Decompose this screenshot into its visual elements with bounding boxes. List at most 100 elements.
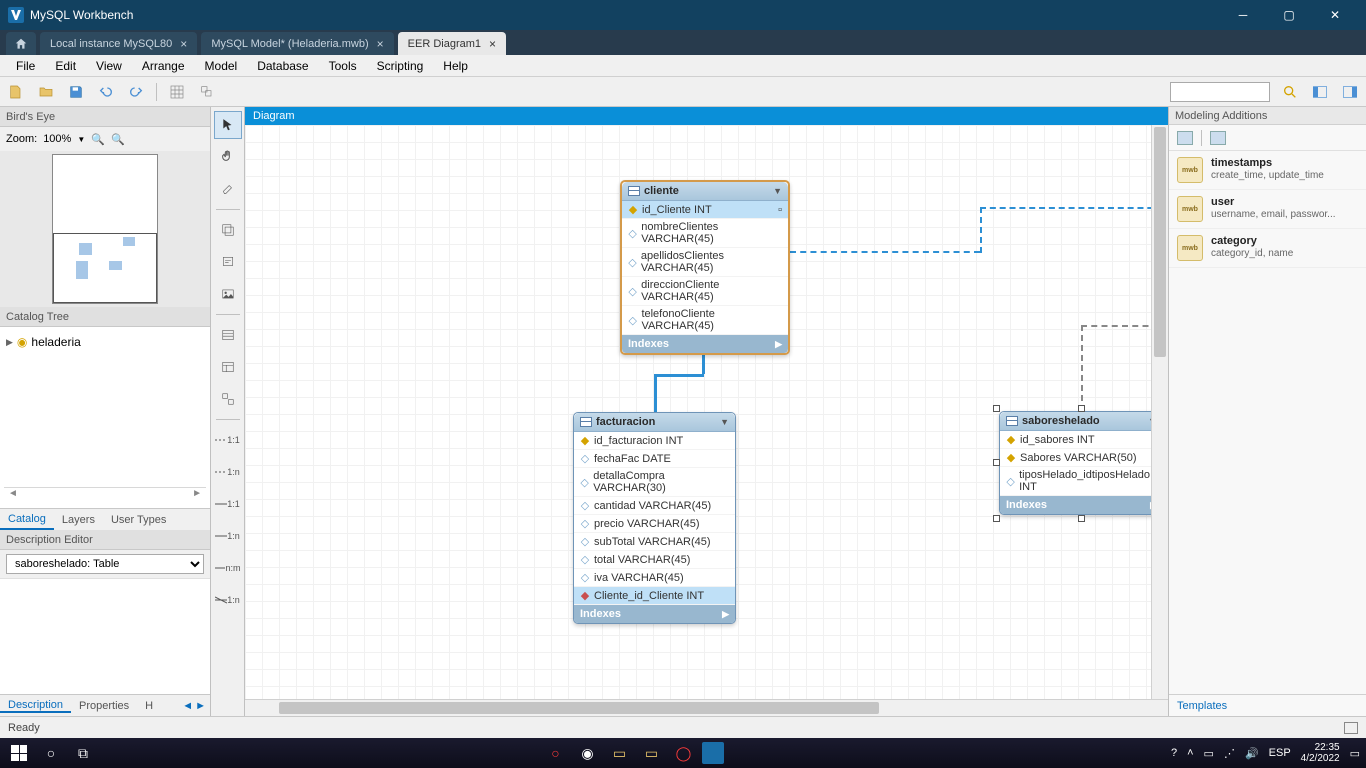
expand-icon[interactable]: ▶ bbox=[722, 609, 729, 620]
resize-handle[interactable] bbox=[993, 405, 1000, 412]
close-icon[interactable]: × bbox=[377, 37, 384, 51]
vertical-scrollbar[interactable] bbox=[1151, 125, 1168, 699]
tab-mysql-model[interactable]: MySQL Model* (Heladeria.mwb) × bbox=[201, 32, 393, 55]
grid-toggle-icon[interactable] bbox=[167, 82, 187, 102]
panel-right-icon[interactable] bbox=[1340, 82, 1360, 102]
menu-database[interactable]: Database bbox=[247, 59, 318, 73]
birds-eye-view[interactable] bbox=[0, 151, 210, 307]
explorer-icon[interactable]: ▭ bbox=[606, 740, 632, 766]
tab-local-instance[interactable]: Local instance MySQL80 × bbox=[40, 32, 197, 55]
menu-help[interactable]: Help bbox=[433, 59, 478, 73]
close-icon[interactable]: × bbox=[180, 37, 187, 51]
open-folder-icon[interactable] bbox=[36, 82, 56, 102]
table-tool[interactable] bbox=[214, 321, 242, 349]
clock[interactable]: 22:35 4/2/2022 bbox=[1301, 742, 1340, 764]
home-tab[interactable] bbox=[6, 32, 36, 55]
menu-model[interactable]: Model bbox=[195, 59, 248, 73]
menu-scripting[interactable]: Scripting bbox=[367, 59, 434, 73]
rel-1-n-id[interactable]: 1:n bbox=[214, 522, 242, 550]
collapse-icon[interactable]: ▼ bbox=[773, 186, 782, 196]
layer-tool[interactable] bbox=[214, 216, 242, 244]
menu-arrange[interactable]: Arrange bbox=[132, 59, 195, 73]
entity-facturacion[interactable]: facturacion▼ ◆id_facturacion INT ◇fechaF… bbox=[573, 412, 736, 624]
start-button[interactable] bbox=[6, 740, 32, 766]
expand-icon[interactable]: ▶ bbox=[775, 339, 782, 350]
templates-tab[interactable]: Templates bbox=[1169, 694, 1366, 716]
horizontal-scrollbar[interactable] bbox=[245, 699, 1168, 716]
rel-1-1-non[interactable]: 1:1 bbox=[214, 426, 242, 454]
tab-user-types[interactable]: User Types bbox=[103, 509, 174, 530]
eraser-tool[interactable] bbox=[214, 175, 242, 203]
tab-catalog[interactable]: Catalog bbox=[0, 509, 54, 530]
pk-icon: ◆ bbox=[1006, 433, 1016, 446]
search-icon[interactable] bbox=[1280, 82, 1300, 102]
hand-tool[interactable] bbox=[214, 143, 242, 171]
workbench-taskbar-icon[interactable] bbox=[702, 742, 724, 764]
view-tool[interactable] bbox=[214, 353, 242, 381]
language-indicator[interactable]: ESP bbox=[1269, 747, 1291, 759]
tab-properties[interactable]: Properties bbox=[71, 700, 137, 712]
align-icon[interactable] bbox=[197, 82, 217, 102]
minimize-button[interactable]: ─ bbox=[1220, 0, 1266, 30]
zoom-out-icon[interactable]: 🔍 bbox=[111, 133, 125, 146]
menu-edit[interactable]: Edit bbox=[45, 59, 86, 73]
template-user[interactable]: mwb userusername, email, passwor... bbox=[1169, 190, 1366, 229]
resize-handle[interactable] bbox=[993, 515, 1000, 522]
expand-icon[interactable]: ▶ bbox=[6, 337, 13, 348]
volume-icon[interactable]: 🔊 bbox=[1245, 747, 1259, 760]
chrome-icon[interactable]: ◉ bbox=[574, 740, 600, 766]
catalog-tree[interactable]: ▶ ◉ heladeria ◄► bbox=[0, 327, 210, 508]
app-icon[interactable]: ▭ bbox=[638, 740, 664, 766]
rel-n-m[interactable]: n:m bbox=[214, 554, 242, 582]
opera-icon[interactable]: ○ bbox=[542, 740, 568, 766]
task-view-icon[interactable]: ⧉ bbox=[70, 740, 96, 766]
tab-nav-arrows[interactable]: ◄► bbox=[182, 700, 210, 712]
entity-saboreshelado[interactable]: saboreshelado▼ ◆id_sabores INT ◆Sabores … bbox=[999, 411, 1164, 515]
addition-icon[interactable] bbox=[1210, 131, 1226, 145]
panel-left-icon[interactable] bbox=[1310, 82, 1330, 102]
menu-file[interactable]: File bbox=[6, 59, 45, 73]
diagram-canvas[interactable]: ⮜ cliente▼ ◆id_Cliente INT▫ ◇nombreClien… bbox=[245, 125, 1168, 716]
app-logo-icon bbox=[8, 7, 24, 23]
menu-view[interactable]: View bbox=[86, 59, 132, 73]
collapse-icon[interactable]: ▼ bbox=[720, 417, 729, 427]
new-file-icon[interactable] bbox=[6, 82, 26, 102]
help-tray-icon[interactable]: ? bbox=[1171, 747, 1177, 759]
app-icon[interactable]: ◯ bbox=[670, 740, 696, 766]
tab-history[interactable]: H bbox=[137, 700, 161, 712]
tab-layers[interactable]: Layers bbox=[54, 509, 103, 530]
entity-cliente[interactable]: cliente▼ ◆id_Cliente INT▫ ◇nombreCliente… bbox=[620, 180, 790, 355]
rel-existing[interactable]: 1:n bbox=[214, 586, 242, 614]
close-icon[interactable]: × bbox=[489, 37, 496, 51]
tab-eer-diagram[interactable]: EER Diagram1 × bbox=[398, 32, 506, 55]
wifi-icon[interactable]: ⋰ bbox=[1224, 747, 1235, 760]
search-input[interactable] bbox=[1170, 82, 1270, 102]
search-taskbar-icon[interactable]: ○ bbox=[38, 740, 64, 766]
tab-description[interactable]: Description bbox=[0, 699, 71, 713]
template-category[interactable]: mwb categorycategory_id, name bbox=[1169, 229, 1366, 268]
note-tool[interactable] bbox=[214, 248, 242, 276]
resize-handle[interactable] bbox=[993, 459, 1000, 466]
rel-1-1-id[interactable]: 1:1 bbox=[214, 490, 242, 518]
col-icon: ◇ bbox=[628, 314, 637, 327]
addition-icon[interactable] bbox=[1177, 131, 1193, 145]
redo-icon[interactable] bbox=[126, 82, 146, 102]
image-tool[interactable] bbox=[214, 280, 242, 308]
routine-group-tool[interactable] bbox=[214, 385, 242, 413]
menu-tools[interactable]: Tools bbox=[319, 59, 367, 73]
zoom-dropdown-icon[interactable]: ▼ bbox=[77, 135, 85, 144]
resize-handle[interactable] bbox=[1078, 405, 1085, 412]
save-icon[interactable] bbox=[66, 82, 86, 102]
maximize-button[interactable]: ▢ bbox=[1266, 0, 1312, 30]
zoom-in-icon[interactable]: 🔍 bbox=[91, 133, 105, 146]
tray-expand-icon[interactable]: ˄ bbox=[1187, 747, 1193, 759]
resize-handle[interactable] bbox=[1078, 515, 1085, 522]
rel-1-n-non[interactable]: 1:n bbox=[214, 458, 242, 486]
undo-icon[interactable] bbox=[96, 82, 116, 102]
description-select[interactable]: saboreshelado: Table bbox=[6, 554, 204, 574]
template-timestamps[interactable]: mwb timestampscreate_time, update_time bbox=[1169, 151, 1366, 190]
battery-icon[interactable]: ▭ bbox=[1204, 747, 1214, 760]
notification-icon[interactable]: ▭ bbox=[1350, 747, 1360, 760]
close-button[interactable]: ✕ bbox=[1312, 0, 1358, 30]
pointer-tool[interactable] bbox=[214, 111, 242, 139]
